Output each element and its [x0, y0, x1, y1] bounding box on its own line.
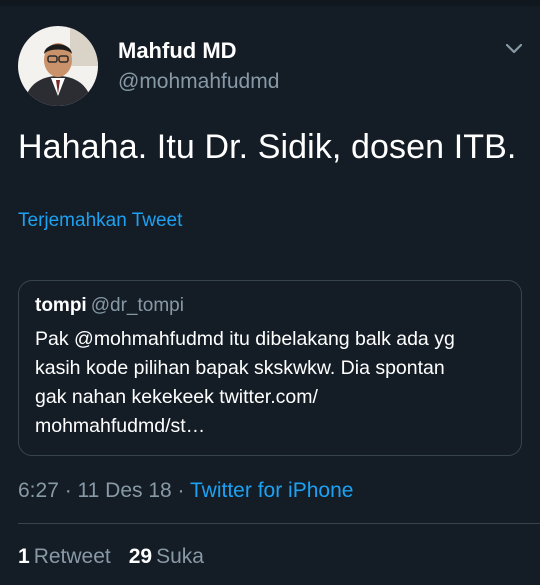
- author-handle[interactable]: @mohmahfudmd: [118, 70, 279, 94]
- translate-tweet-link[interactable]: Terjemahkan Tweet: [18, 210, 182, 232]
- quoted-author-name: tompi: [35, 295, 87, 316]
- quoted-author-handle: @dr_tompi: [90, 295, 184, 316]
- tweet-text: Hahaha. Itu Dr. Sidik, dosen ITB.: [18, 128, 517, 166]
- likes-stat[interactable]: 29 Suka: [129, 545, 204, 568]
- tweet-source-link[interactable]: Twitter for iPhone: [190, 479, 353, 502]
- tweet-stats: 1 Retweet 29 Suka: [18, 545, 204, 569]
- likes-label: Suka: [156, 545, 204, 568]
- quoted-tweet[interactable]: tompi @dr_tompi Pak @mohmahfudmd itu dibe…: [18, 280, 522, 456]
- tweet-timestamp[interactable]: 6:27 · 11 Des 18: [18, 479, 172, 502]
- author-name[interactable]: Mahfud MD: [118, 38, 237, 64]
- retweets-count: 1: [18, 545, 30, 568]
- person-avatar-icon: [18, 26, 98, 106]
- quoted-tweet-text: Pak @mohmahfudmd itu dibelakang balk ada…: [35, 328, 455, 437]
- chevron-down-icon[interactable]: [502, 38, 526, 58]
- tweet-meta: 6:27 · 11 Des 18 · Twitter for iPhone: [18, 479, 353, 503]
- retweets-stat[interactable]: 1 Retweet: [18, 545, 111, 568]
- retweets-label: Retweet: [33, 545, 111, 568]
- likes-count: 29: [128, 545, 153, 568]
- author-avatar[interactable]: [18, 26, 98, 106]
- divider: [18, 523, 540, 524]
- quoted-tweet-header: tompi @dr_tompi: [35, 295, 184, 317]
- top-bar: [0, 0, 540, 6]
- meta-separator: ·: [171, 479, 191, 502]
